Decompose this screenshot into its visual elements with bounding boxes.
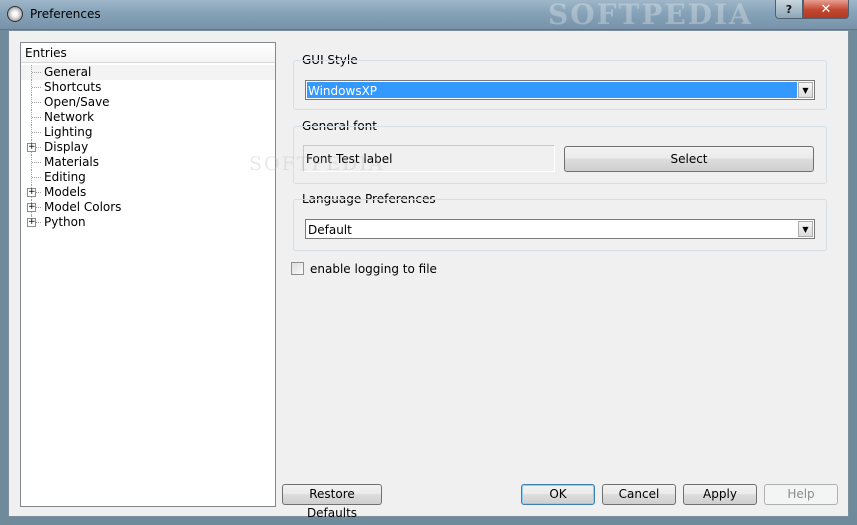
tree-item-label: Editing [44, 170, 86, 184]
tree-connector [32, 87, 41, 88]
gui-style-group: GUI Style WindowsXP ▼ [293, 53, 827, 113]
entries-tree[interactable]: Entries General Shortcuts Open/Save Netw… [20, 42, 276, 507]
restore-defaults-button[interactable]: Restore Defaults [282, 484, 382, 520]
tree-item-lighting[interactable]: Lighting [21, 125, 275, 140]
ok-button[interactable]: OK [521, 484, 595, 505]
window-title: Preferences [30, 7, 101, 21]
language-value: Default [308, 223, 352, 237]
chevron-down-icon[interactable]: ▼ [798, 221, 813, 237]
dialog-client-area: Entries General Shortcuts Open/Save Netw… [8, 30, 849, 520]
tree-list: General Shortcuts Open/Save Network Ligh… [21, 63, 275, 230]
tree-item-label: Model Colors [44, 200, 122, 214]
close-icon: ✕ [820, 1, 832, 17]
selection-highlight [307, 82, 797, 98]
close-button[interactable]: ✕ [803, 0, 849, 19]
tree-item-open-save[interactable]: Open/Save [21, 95, 275, 110]
select-font-button[interactable]: Select [564, 146, 814, 172]
tree-header[interactable]: Entries [21, 43, 275, 63]
tree-connector [32, 177, 41, 178]
tree-item-network[interactable]: Network [21, 110, 275, 125]
caption-buttons: ? ✕ [775, 0, 849, 20]
tree-item-display[interactable]: + Display [21, 140, 275, 155]
tree-item-label: Lighting [44, 125, 93, 139]
watermark-text: SOFTPEDIA [548, 0, 753, 31]
tree-item-label: Display [44, 140, 89, 154]
tree-connector [32, 117, 41, 118]
tree-item-python[interactable]: + Python [21, 215, 275, 230]
expand-plus-icon[interactable]: + [27, 188, 36, 197]
language-group: Language Preferences Default ▼ [293, 192, 827, 252]
tree-item-models[interactable]: + Models [21, 185, 275, 200]
tree-connector [32, 102, 41, 103]
title-bar[interactable]: Preferences SOFTPEDIA ? ✕ [0, 0, 857, 31]
tree-item-editing[interactable]: Editing [21, 170, 275, 185]
cancel-button[interactable]: Cancel [602, 484, 676, 505]
tree-item-label: Models [44, 185, 87, 199]
tree-item-label: Materials [44, 155, 100, 169]
tree-item-shortcuts[interactable]: Shortcuts [21, 80, 275, 95]
tree-item-model-colors[interactable]: + Model Colors [21, 200, 275, 215]
tree-item-label: Open/Save [44, 95, 110, 109]
enable-logging-checkbox[interactable] [291, 262, 304, 275]
help-icon: ? [785, 2, 793, 16]
app-icon [7, 6, 23, 22]
enable-logging-label[interactable]: enable logging to file [310, 262, 437, 276]
tree-item-label: Network [44, 110, 95, 124]
tree-item-label: General [44, 65, 92, 79]
language-select[interactable]: Default ▼ [305, 219, 815, 239]
gui-style-value: WindowsXP [308, 84, 378, 98]
gui-style-select[interactable]: WindowsXP ▼ [305, 80, 815, 100]
help-button: Help [764, 484, 838, 505]
expand-plus-icon[interactable]: + [27, 203, 36, 212]
tree-item-label: Shortcuts [44, 80, 102, 94]
expand-plus-icon[interactable]: + [27, 143, 36, 152]
tree-connector [32, 162, 41, 163]
expand-plus-icon[interactable]: + [27, 218, 36, 227]
tree-item-materials[interactable]: Materials [21, 155, 275, 170]
tree-item-label: Python [44, 215, 86, 229]
apply-button[interactable]: Apply [683, 484, 757, 505]
chevron-down-icon[interactable]: ▼ [798, 82, 813, 98]
watermark-faint: SOFTPEDIA [249, 153, 385, 175]
help-caption-button[interactable]: ? [775, 0, 803, 19]
tree-item-general[interactable]: General [21, 65, 275, 80]
tree-connector [32, 132, 41, 133]
tree-connector [32, 72, 41, 73]
